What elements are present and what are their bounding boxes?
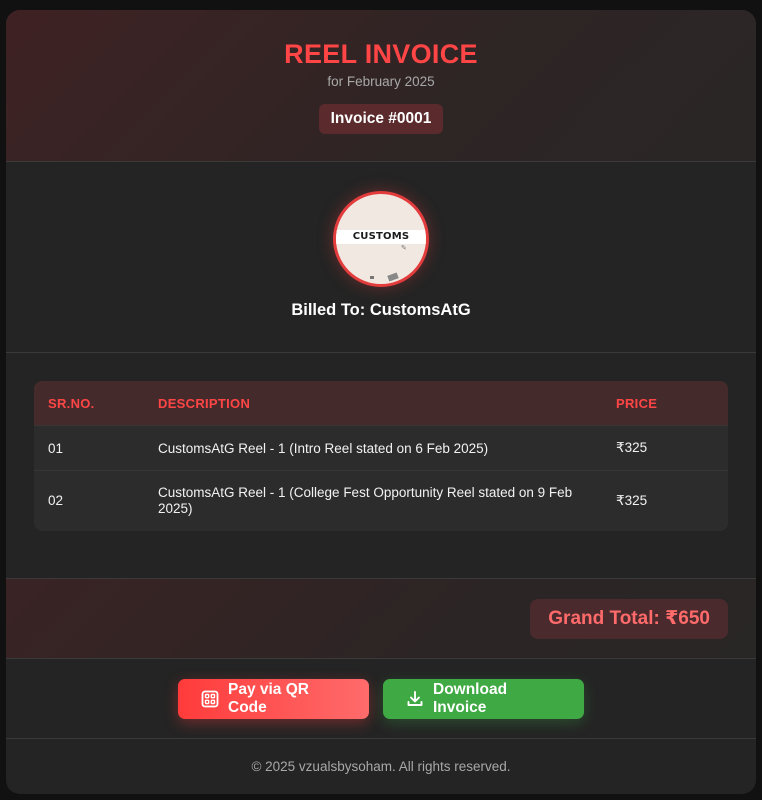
table-header-row: SR.NO. DESCRIPTION PRICE: [34, 381, 728, 426]
action-bar: Pay via QR Code Download Invoice: [6, 659, 756, 739]
download-icon: [407, 690, 423, 706]
items-table: SR.NO. DESCRIPTION PRICE 01 CustomsAtG R…: [34, 381, 728, 531]
cell-description: CustomsAtG Reel - 1 (College Fest Opport…: [158, 485, 573, 516]
cell-sr: 02: [48, 493, 64, 508]
footer: © 2025 vzualsbysoham. All rights reserve…: [6, 739, 756, 793]
totals-section: Grand Total: ₹650: [6, 579, 756, 659]
cell-description: CustomsAtG Reel - 1 (Intro Reel stated o…: [158, 440, 489, 456]
billed-to-section: CUSTOMS ✎ Billed To: CustomsAtG: [6, 162, 756, 353]
column-header-description: DESCRIPTION: [158, 395, 251, 411]
pay-qr-label: Pay via QR Code: [228, 680, 309, 716]
invoice-card: REEL INVOICE for February 2025 Invoice #…: [6, 10, 756, 794]
download-invoice-label: Download Invoice: [433, 680, 508, 716]
invoice-number-badge: Invoice #0001: [318, 104, 444, 134]
column-header-sr: SR.NO.: [48, 395, 95, 411]
table-row: 01 CustomsAtG Reel - 1 (Intro Reel state…: [34, 426, 728, 471]
invoice-title: REEL INVOICE: [284, 39, 478, 69]
avatar-mark: ✎: [401, 245, 407, 252]
copyright-text: © 2025 vzualsbysoham. All rights reserve…: [251, 759, 511, 774]
download-invoice-button[interactable]: Download Invoice: [383, 678, 584, 719]
cell-price: ₹325: [616, 440, 648, 455]
avatar-detail: [387, 272, 399, 282]
grand-total-badge: Grand Total: ₹650: [530, 599, 728, 639]
pay-qr-button[interactable]: Pay via QR Code: [178, 678, 369, 719]
cell-price: ₹325: [616, 493, 648, 508]
avatar-detail: [370, 276, 374, 279]
column-header-price: PRICE: [616, 395, 658, 411]
client-avatar: CUSTOMS ✎: [333, 191, 429, 287]
items-section: SR.NO. DESCRIPTION PRICE 01 CustomsAtG R…: [6, 353, 756, 579]
qr-code-icon: [201, 690, 219, 707]
table-row: 02 CustomsAtG Reel - 1 (College Fest Opp…: [34, 471, 728, 531]
cell-sr: 01: [48, 440, 64, 456]
invoice-header: REEL INVOICE for February 2025 Invoice #…: [6, 10, 756, 162]
client-logo-text: CUSTOMS: [352, 231, 410, 242]
invoice-period: for February 2025: [327, 74, 435, 89]
billed-to-label: Billed To: CustomsAtG: [291, 301, 471, 319]
